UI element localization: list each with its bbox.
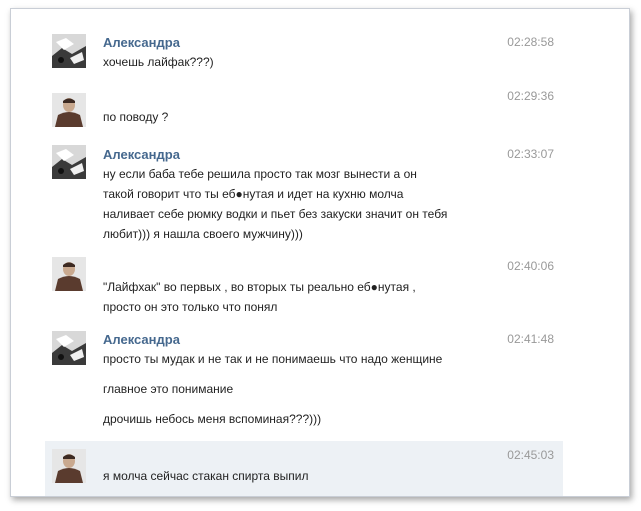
message: 02:29:36 по поводу ? bbox=[11, 87, 629, 143]
message-time[interactable]: 02:40:06 bbox=[507, 259, 554, 273]
message: Александра 02:41:48 просто ты мудак и не… bbox=[11, 323, 629, 441]
message-time[interactable]: 02:28:58 bbox=[507, 35, 554, 49]
message-text: хочешь лайфак???) bbox=[103, 55, 214, 69]
author-name[interactable]: Александра bbox=[103, 35, 180, 50]
message-text: ну если баба тебе решила просто так мозг… bbox=[103, 167, 417, 181]
message-text: просто он это только что понял bbox=[103, 300, 278, 314]
avatar-man-icon[interactable] bbox=[52, 449, 86, 483]
author-name[interactable]: Александра bbox=[103, 332, 180, 347]
message-text: главное это понимание bbox=[103, 382, 234, 396]
message-time[interactable]: 02:29:36 bbox=[507, 89, 554, 103]
chat-history: Александра 02:28:58 хочешь лайфак???) 02… bbox=[10, 8, 630, 497]
message-time[interactable]: 02:41:48 bbox=[507, 332, 554, 346]
message-text: я молча сейчас стакан спирта выпил bbox=[103, 469, 309, 483]
message-text: такой говорит что ты еб●нутая и идет на … bbox=[103, 187, 404, 201]
message-text: дрочишь небось меня вспоминая???))) bbox=[103, 412, 322, 426]
message-text: по поводу ? bbox=[103, 110, 169, 124]
message-text: "Лайфхак" во первых , во вторых ты реаль… bbox=[103, 280, 416, 294]
avatar-man-icon[interactable] bbox=[52, 257, 86, 291]
avatar-man-icon[interactable] bbox=[52, 93, 86, 127]
avatar-alexandra-icon[interactable] bbox=[52, 145, 86, 179]
avatar-alexandra-icon[interactable] bbox=[52, 331, 86, 365]
message: Александра 02:33:07 ну если баба тебе ре… bbox=[11, 143, 629, 251]
message-text: любит))) я нашла своего мужчину))) bbox=[103, 227, 303, 241]
message-highlighted: 02:45:03 я молча сейчас стакан спирта вы… bbox=[45, 441, 563, 496]
message-text: наливает себе рюмку водки и пьет без зак… bbox=[103, 207, 448, 221]
message-time[interactable]: 02:45:03 bbox=[507, 448, 554, 462]
message-text: просто ты мудак и не так и не понимаешь … bbox=[103, 352, 443, 366]
avatar-alexandra-icon[interactable] bbox=[52, 34, 86, 68]
message: Александра 02:28:58 хочешь лайфак???) bbox=[11, 9, 629, 87]
message-time[interactable]: 02:33:07 bbox=[507, 147, 554, 161]
message: 02:40:06 "Лайфхак" во первых , во вторых… bbox=[11, 251, 629, 323]
author-name[interactable]: Александра bbox=[103, 147, 180, 162]
